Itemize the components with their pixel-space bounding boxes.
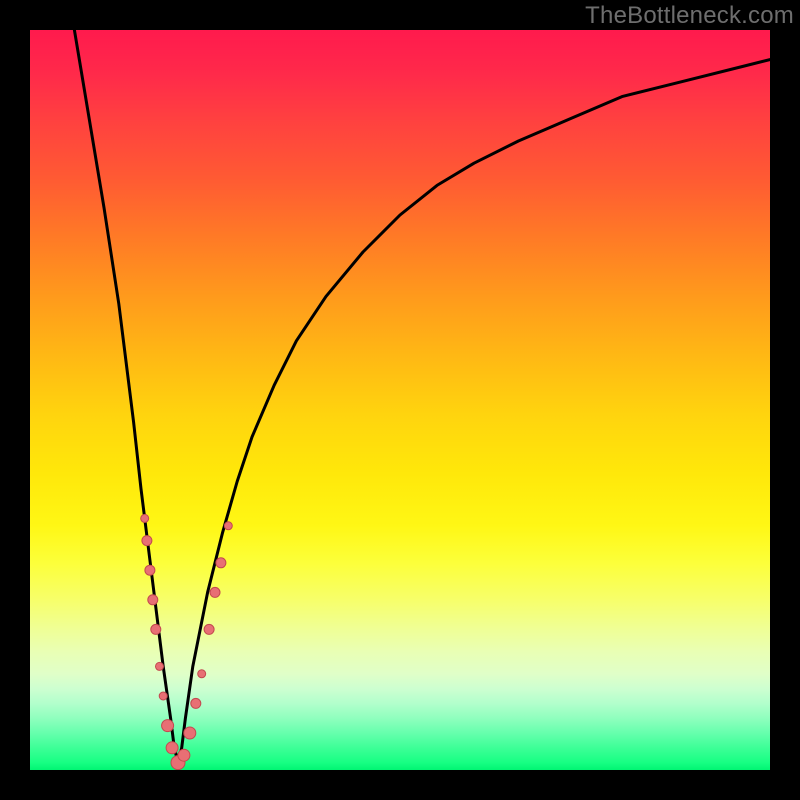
data-point	[156, 662, 164, 670]
data-point	[141, 514, 149, 522]
data-point	[148, 595, 158, 605]
data-point	[145, 565, 155, 575]
data-point	[224, 522, 232, 530]
plot-area	[30, 30, 770, 770]
data-point	[178, 749, 190, 761]
curve-overlay	[30, 30, 770, 770]
v-curve	[74, 30, 770, 763]
data-point	[210, 587, 220, 597]
data-point	[216, 558, 226, 568]
watermark-text: TheBottleneck.com	[585, 2, 794, 30]
data-point	[191, 698, 201, 708]
data-point	[159, 692, 167, 700]
data-point	[184, 727, 196, 739]
data-point	[162, 720, 174, 732]
data-point	[198, 670, 206, 678]
chart-container: TheBottleneck.com	[0, 0, 800, 800]
data-point	[166, 742, 178, 754]
bottleneck-curve-path	[74, 30, 770, 763]
data-point	[204, 624, 214, 634]
data-point	[142, 536, 152, 546]
data-point	[151, 624, 161, 634]
